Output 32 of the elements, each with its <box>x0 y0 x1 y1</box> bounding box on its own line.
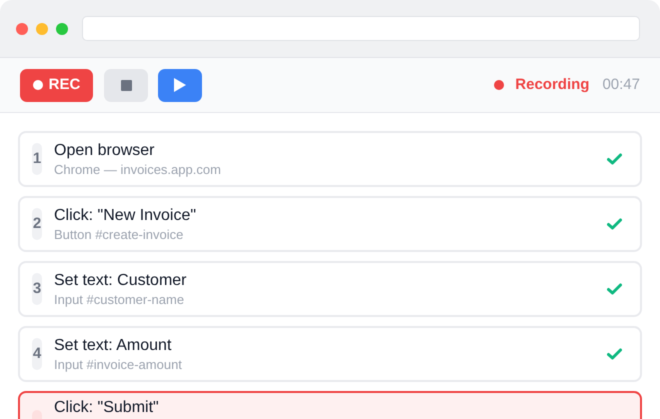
step-detail: Chrome — invoices.app.com <box>54 160 221 178</box>
check-icon <box>607 218 622 230</box>
step-number: 3 <box>32 273 42 305</box>
elapsed-time: 00:47 <box>602 74 640 95</box>
record-dot-icon <box>32 80 43 90</box>
step-detail: Input #invoice-amount <box>54 356 182 372</box>
minimize-window-dot[interactable] <box>36 22 48 34</box>
step-detail: Button #create-invoice <box>54 226 184 242</box>
check-icon <box>607 153 622 165</box>
close-window-dot[interactable] <box>16 22 28 34</box>
play-button[interactable] <box>158 68 202 102</box>
check-icon <box>607 348 622 360</box>
stop-icon <box>120 80 132 90</box>
play-icon <box>173 77 187 93</box>
recording-dot <box>494 80 504 90</box>
step-row[interactable]: 1 Open browser Chrome — invoices.app.com <box>18 131 642 187</box>
step-number: 2 <box>32 208 42 240</box>
check-icon <box>607 283 622 295</box>
address-field[interactable] <box>82 16 640 41</box>
step-title: Click: "Submit" <box>54 398 159 418</box>
stop-button[interactable] <box>104 68 148 102</box>
maximize-window-dot[interactable] <box>56 22 68 34</box>
record-button[interactable]: REC <box>20 68 93 102</box>
step-number: 4 <box>32 338 42 370</box>
recording-status: Recording <box>515 74 590 95</box>
step-number: 1 <box>32 143 42 175</box>
step-title: Set text: Amount <box>54 336 172 356</box>
step-title: Set text: Customer <box>54 270 186 290</box>
step-title: Click: "New Invoice" <box>54 206 196 226</box>
step-row[interactable]: Click: "Submit" <box>18 391 642 419</box>
step-title: Open browser <box>54 140 156 160</box>
step-detail: Input #customer-name <box>54 290 186 308</box>
